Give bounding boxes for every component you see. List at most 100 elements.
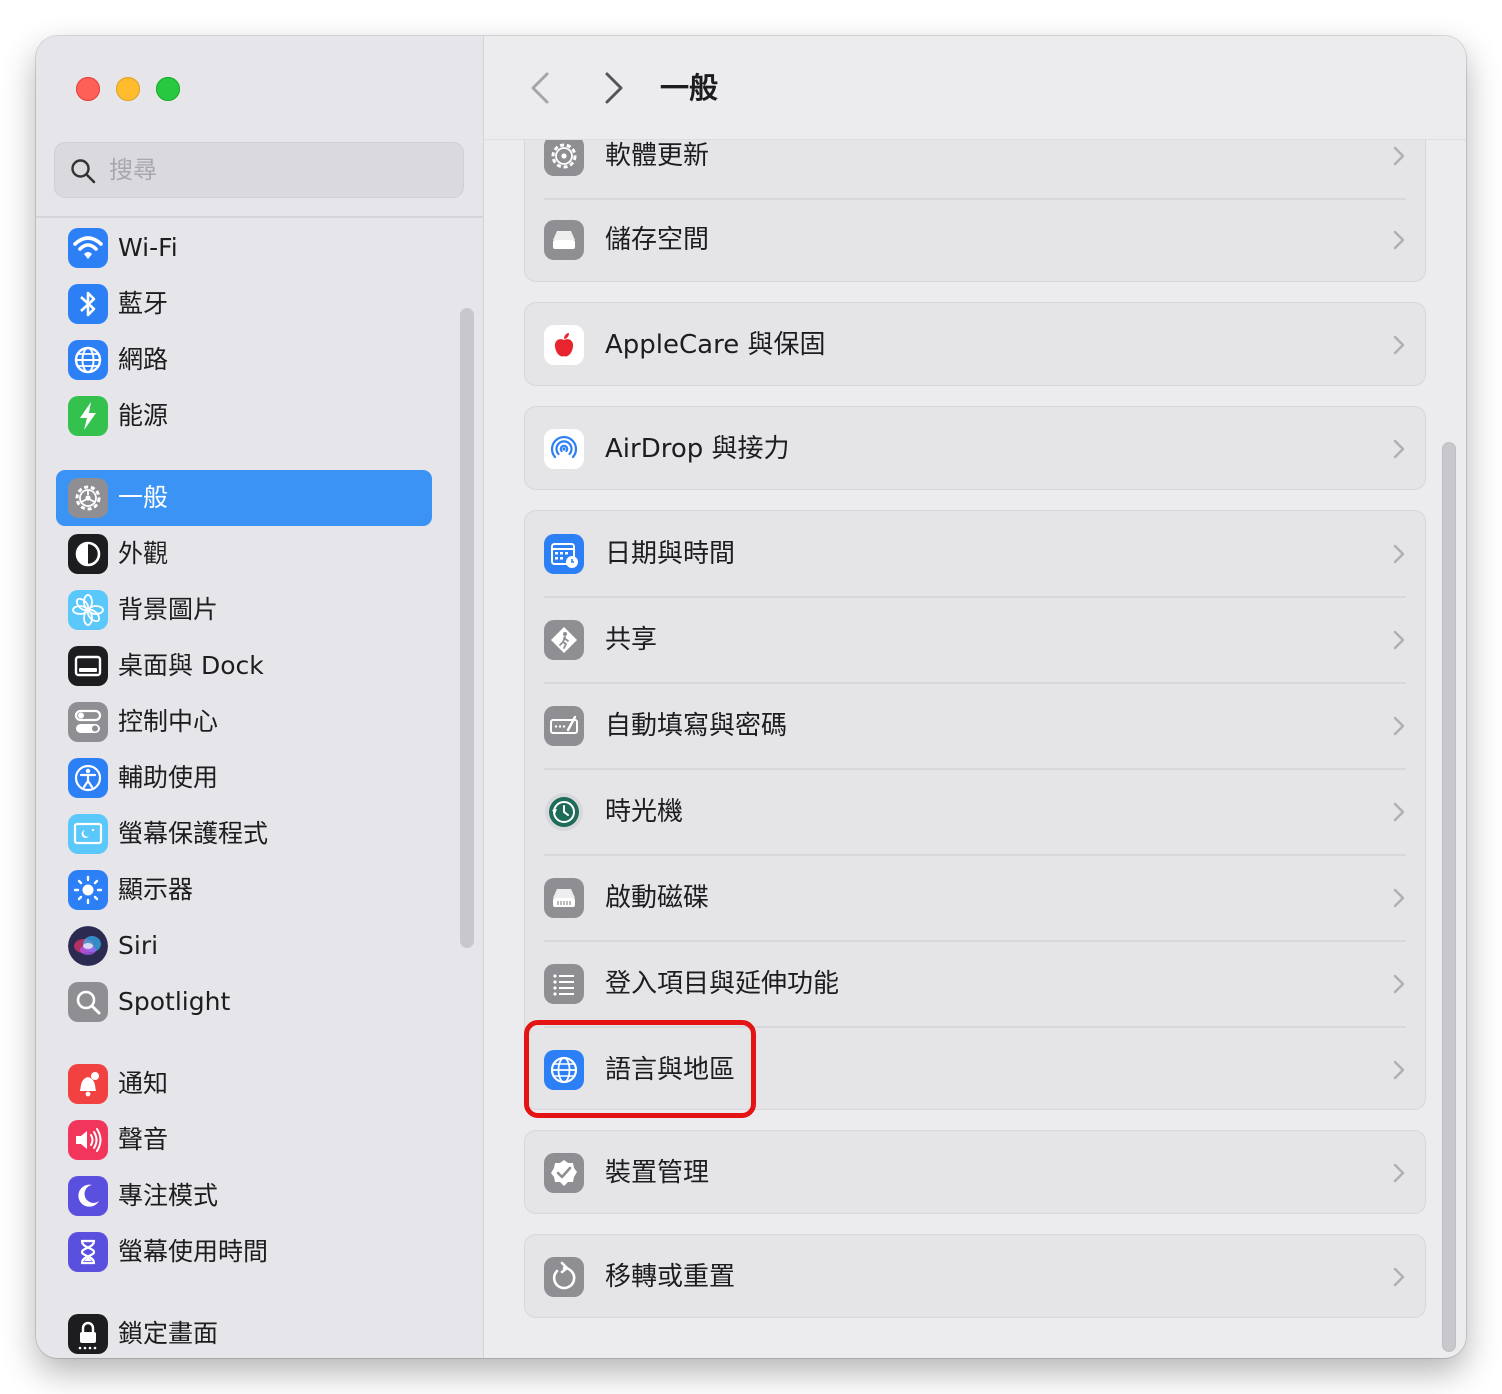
sidebar-item-energy[interactable]: 能源 (56, 388, 432, 444)
settings-group: 移轉或重置 (524, 1234, 1426, 1318)
gear-badge-icon (544, 136, 584, 176)
row-label: 移轉或重置 (605, 1262, 736, 1292)
sidebar-item-label: 背景圖片 (118, 595, 219, 624)
flower-icon (68, 590, 108, 630)
search-input[interactable] (109, 143, 449, 197)
sidebar-item-sound[interactable]: 聲音 (56, 1112, 432, 1168)
speaker-icon (68, 1120, 108, 1160)
row-sharing[interactable]: 共享 (525, 597, 1425, 684)
sidebar-item-label: 能源 (118, 401, 169, 430)
sidebar-item-control-center[interactable]: 控制中心 (56, 694, 432, 750)
sidebar-item-label: 螢幕保護程式 (118, 819, 269, 848)
sidebar-item-screen-time[interactable]: 螢幕使用時間 (56, 1224, 432, 1280)
battery-bolt-icon (68, 396, 108, 436)
magnifier-icon (68, 982, 108, 1022)
sidebar-item-spotlight[interactable]: Spotlight (56, 974, 432, 1030)
sidebar-item-displays[interactable]: 顯示器 (56, 862, 432, 918)
sidebar-item-label: 控制中心 (118, 707, 219, 736)
sidebar-item-accessibility[interactable]: 輔助使用 (56, 750, 432, 806)
main-scrollbar[interactable] (1442, 442, 1456, 1352)
keyboard-key-icon (544, 706, 584, 746)
row-applecare[interactable]: AppleCare 與保固 (525, 302, 1425, 388)
sidebar-item-desktop-dock[interactable]: 桌面與 Dock (56, 638, 432, 694)
chevron-right-icon (1393, 974, 1405, 994)
row-autofill-passwords[interactable]: 自動填寫與密碼 (525, 683, 1425, 770)
main-pane: 一般 軟體更新 儲存空間 AppleCare 與保固 AirDrop 與接力 日… (485, 36, 1466, 1358)
sharing-icon (544, 620, 584, 660)
row-date-time[interactable]: 日期與時間 (525, 511, 1425, 598)
sidebar-item-label: 聲音 (118, 1125, 169, 1154)
row-startup-disk[interactable]: 啟動磁碟 (525, 855, 1425, 942)
sidebar-item-bluetooth[interactable]: 藍牙 (56, 276, 432, 332)
search-icon (71, 159, 96, 184)
row-label: 登入項目與延伸功能 (605, 969, 840, 999)
row-login-items[interactable]: 登入項目與延伸功能 (525, 941, 1425, 1028)
zoom-window-button[interactable] (156, 77, 180, 101)
sidebar-item-network[interactable]: 網路 (56, 332, 432, 388)
row-storage[interactable]: 儲存空間 (525, 197, 1425, 283)
time-machine-icon (544, 792, 584, 832)
sidebar-item-lock-screen[interactable]: 鎖定畫面 (56, 1306, 432, 1358)
sidebar-item-label: 專注模式 (118, 1181, 219, 1210)
system-settings-window: Wi-Fi 藍牙 網路 (36, 36, 1466, 1358)
chevron-right-icon (1393, 1267, 1405, 1287)
airdrop-icon (544, 429, 584, 469)
sidebar-divider (36, 216, 484, 218)
row-label: AirDrop 與接力 (605, 434, 790, 464)
minimize-window-button[interactable] (116, 77, 140, 101)
accessibility-icon (68, 758, 108, 798)
globe-network-icon (68, 340, 108, 380)
bluetooth-icon (68, 284, 108, 324)
sidebar-item-label: 一般 (118, 483, 169, 512)
row-label: 啟動磁碟 (605, 883, 710, 913)
sidebar-item-wallpaper[interactable]: 背景圖片 (56, 582, 432, 638)
settings-group: 裝置管理 (524, 1130, 1426, 1214)
sidebar-scrollbar[interactable] (460, 308, 474, 948)
sidebar-item-label: Spotlight (118, 987, 231, 1016)
chevron-right-icon (1393, 716, 1405, 736)
row-transfer-reset[interactable]: 移轉或重置 (525, 1234, 1425, 1320)
appearance-icon (68, 534, 108, 574)
chevron-right-icon (1393, 146, 1405, 166)
gear-icon (68, 478, 108, 518)
sidebar-item-label: 網路 (118, 345, 169, 374)
sidebar-item-screen-saver[interactable]: 螢幕保護程式 (56, 806, 432, 862)
sidebar-item-label: 螢幕使用時間 (118, 1237, 269, 1266)
close-window-button[interactable] (76, 77, 100, 101)
sidebar: Wi-Fi 藍牙 網路 (36, 36, 484, 1358)
wifi-icon (68, 228, 108, 268)
page-title: 一般 (660, 71, 719, 105)
sidebar-item-focus[interactable]: 專注模式 (56, 1168, 432, 1224)
row-device-management[interactable]: 裝置管理 (525, 1130, 1425, 1216)
drive-icon (544, 220, 584, 260)
sidebar-item-label: Siri (118, 931, 159, 960)
sidebar-item-label: 桌面與 Dock (118, 651, 264, 680)
sidebar-item-notifications[interactable]: 通知 (56, 1056, 432, 1112)
checkmark-badge-icon (544, 1153, 584, 1193)
sidebar-item-general[interactable]: 一般 (56, 470, 432, 526)
chevron-right-icon[interactable] (593, 66, 633, 110)
sidebar-item-siri[interactable]: Siri (56, 918, 432, 974)
sidebar-item-label: 藍牙 (118, 289, 169, 318)
bell-icon (68, 1064, 108, 1104)
dock-icon (68, 646, 108, 686)
chevron-right-icon (1393, 888, 1405, 908)
sidebar-item-wifi[interactable]: Wi-Fi (56, 220, 432, 276)
settings-group: AppleCare 與保固 (524, 302, 1426, 386)
row-airdrop[interactable]: AirDrop 與接力 (525, 406, 1425, 492)
sidebar-item-label: 通知 (118, 1069, 169, 1098)
row-label: AppleCare 與保固 (605, 330, 826, 360)
sidebar-item-appearance[interactable]: 外觀 (56, 526, 432, 582)
sidebar-item-label: 外觀 (118, 539, 169, 568)
chevron-left-icon[interactable] (521, 66, 561, 110)
search-field[interactable] (54, 142, 464, 198)
calendar-clock-icon (544, 534, 584, 574)
siri-icon (68, 926, 108, 966)
chevron-right-icon (1393, 544, 1405, 564)
highlight-annotation (524, 1020, 756, 1118)
row-time-machine[interactable]: 時光機 (525, 769, 1425, 856)
chevron-right-icon (1393, 335, 1405, 355)
row-label: 時光機 (605, 797, 684, 827)
chevron-right-icon (1393, 802, 1405, 822)
sidebar-item-label: Wi-Fi (118, 233, 178, 262)
